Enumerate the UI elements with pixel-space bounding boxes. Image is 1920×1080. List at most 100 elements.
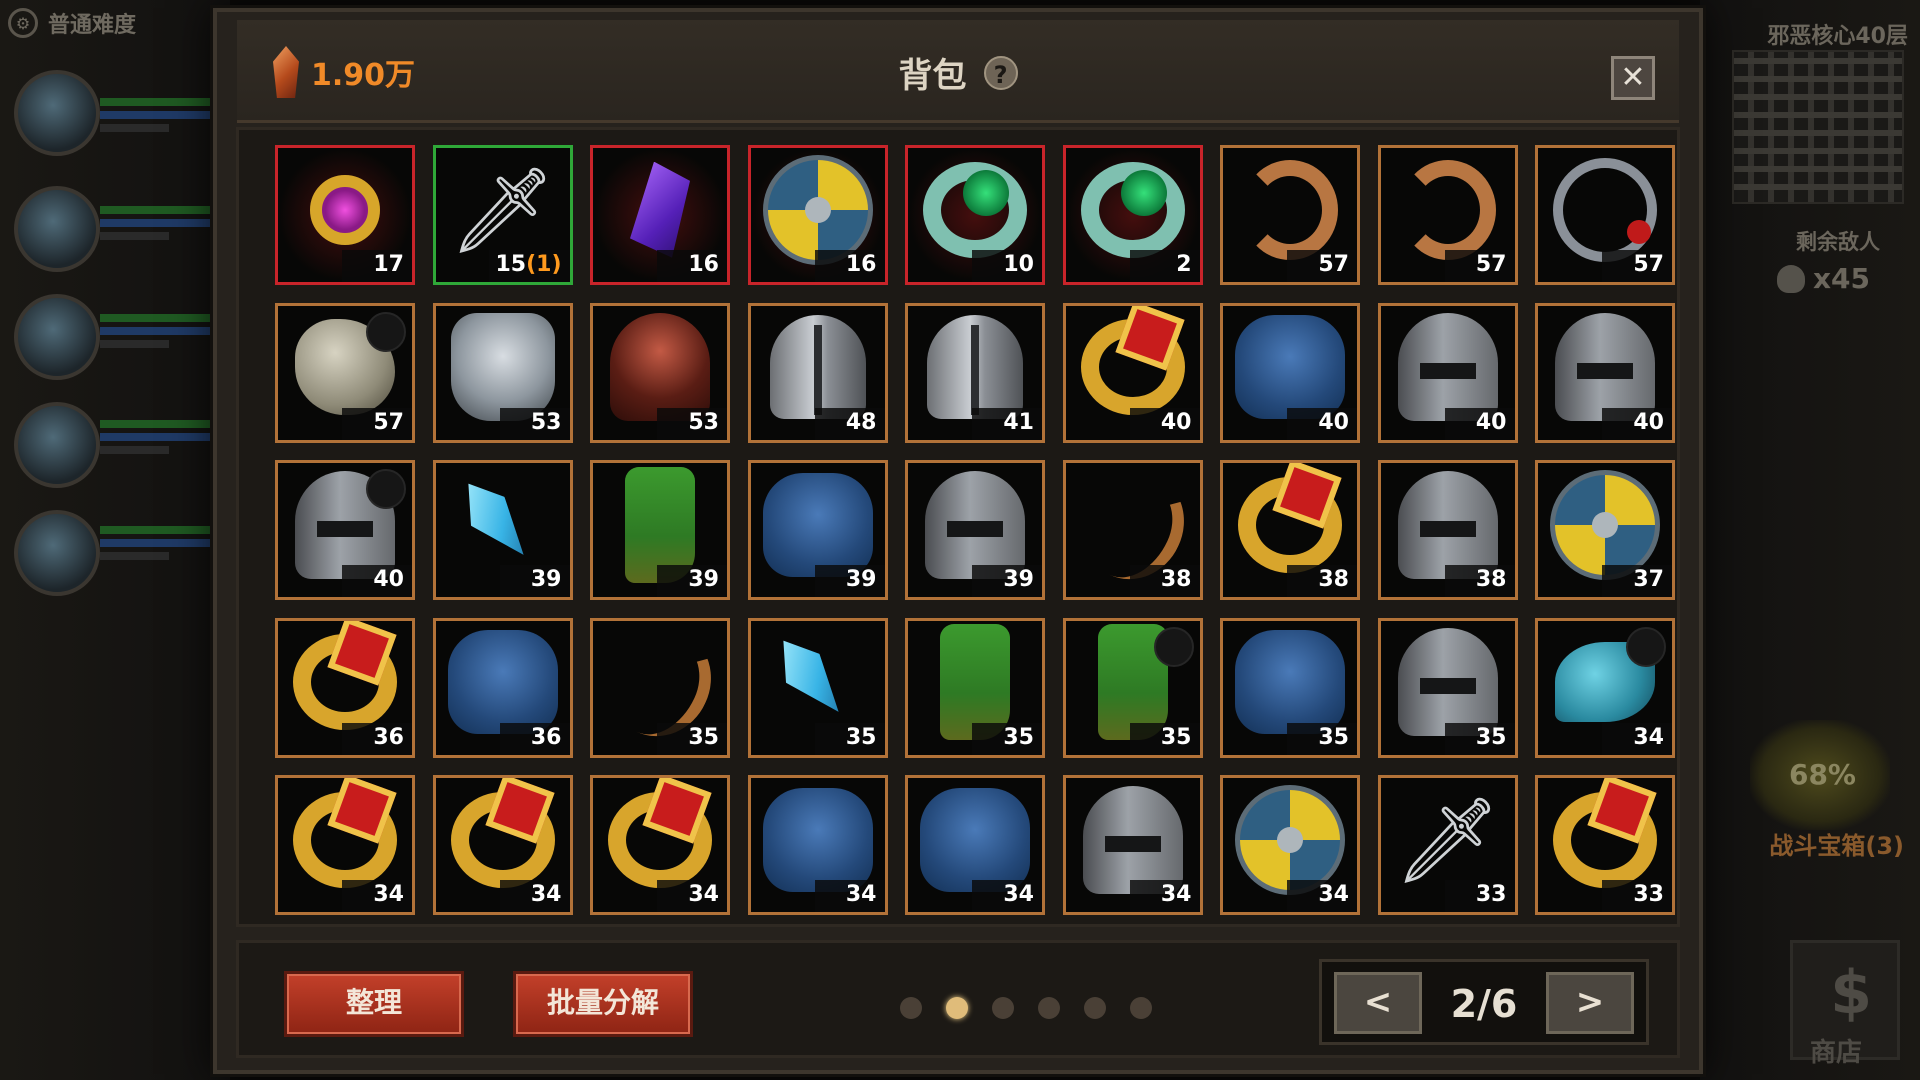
item-level-value: 36 [530,724,562,750]
ring-gold-icon [450,791,555,888]
page-dot[interactable] [1130,997,1152,1019]
floor-label: 邪恶核心40层 [1767,24,1908,49]
inventory-slot[interactable]: 34 [590,775,730,915]
inventory-slot[interactable]: 40 [275,460,415,600]
item-level: 40 [1444,407,1515,440]
hero-portrait-5[interactable] [14,510,100,596]
page-dot[interactable] [1084,997,1106,1019]
item-level-value: 39 [1003,567,1034,592]
inventory-slot[interactable]: 38 [1377,460,1518,600]
inventory-slot[interactable]: 40 [1535,302,1675,443]
inventory-slot[interactable]: 34 [747,775,888,915]
page-dot[interactable] [1038,997,1060,1019]
item-level-value: 34 [1318,882,1349,907]
item-level-value: 34 [845,882,877,907]
inventory-slot[interactable]: 34 [1220,775,1360,915]
inventory-slot[interactable]: 53 [590,302,730,443]
inventory-slot[interactable]: 16 [747,145,888,285]
item-level-value: 35 [688,724,719,750]
inventory-slot[interactable]: 35 [1377,617,1518,758]
item-level: 33 [1444,880,1515,912]
helm-dark-icon [925,470,1025,579]
item-level: 16 [657,250,727,282]
helm-icon [769,315,866,420]
inventory-grid: 17 🗡 15(1) 16 16 10 2 57 57 57 57 53 53 48 41 40 40 40 40 4… [275,145,1675,915]
inventory-slot[interactable]: 57 [275,302,415,443]
inventory-slot[interactable]: 39 [590,460,730,600]
page-dot[interactable] [900,997,922,1019]
item-level: 34 [499,880,570,912]
sort-button[interactable]: 整理 [284,971,464,1037]
inventory-slot[interactable]: 34 [1535,617,1675,758]
inventory-slot[interactable]: 57 [1535,145,1675,285]
armor-silver-icon [450,313,555,422]
inventory-slot[interactable]: 35 [1062,617,1203,758]
inventory-slot[interactable]: 38 [1062,460,1203,600]
inventory-slot[interactable]: 39 [747,460,888,600]
next-page-button[interactable]: > [1546,972,1634,1034]
inventory-slot[interactable]: 🗡 15(1) [432,145,573,285]
inventory-slot[interactable]: 40 [1377,302,1518,443]
hero-portrait-4[interactable] [14,402,100,488]
inventory-slot[interactable]: 33 [1535,775,1675,915]
inventory-slot[interactable]: 17 [275,145,415,285]
item-level-value: 16 [688,252,719,277]
gear-icon: ⚙ [8,8,38,38]
inventory-slot[interactable]: 35 [747,617,888,758]
page-dot[interactable] [992,997,1014,1019]
hero-portrait-1[interactable] [14,70,100,156]
hero-portrait-3[interactable] [14,294,100,380]
item-level-value: 33 [1633,882,1664,907]
inventory-slot[interactable]: 🗡 33 [1377,775,1518,915]
inventory-slot[interactable]: 10 [905,145,1045,285]
skull-icon [1776,264,1805,293]
help-button[interactable]: ? [983,55,1018,90]
hero-portrait-2[interactable] [14,186,100,272]
inventory-slot[interactable]: 53 [432,302,573,443]
item-level-value: 10 [1003,252,1034,277]
inventory-slot[interactable]: 41 [905,302,1045,443]
item-level: 48 [814,407,885,440]
inventory-slot[interactable]: 57 [1377,145,1518,285]
inventory-slot[interactable]: 48 [747,302,888,443]
inventory-slot[interactable]: 40 [1062,302,1203,443]
inventory-slot[interactable]: 34 [905,775,1045,915]
inventory-slot[interactable]: 34 [275,775,415,915]
inventory-slot[interactable]: 40 [1220,302,1360,443]
item-level-value: 57 [1318,252,1349,277]
inventory-slot[interactable]: 34 [432,775,573,915]
inventory-slot[interactable]: 38 [1220,460,1360,600]
battle-chest-label: 战斗宝箱(3) [1769,832,1904,860]
item-level: 53 [657,407,727,440]
close-button[interactable]: ✕ [1611,56,1655,100]
item-level: 40 [342,565,412,597]
inventory-slot[interactable]: 34 [1062,775,1203,915]
bulk-salvage-button[interactable]: 批量分解 [513,971,693,1037]
item-level: 34 [657,880,727,912]
item-level-value: 53 [688,409,719,435]
item-level-value: 39 [688,567,719,592]
ring-gold-icon [1238,476,1342,573]
item-level-value: 40 [1160,409,1192,435]
inventory-slot[interactable]: 16 [590,145,730,285]
inventory-slot[interactable]: 36 [432,617,573,758]
inventory-slot[interactable]: 39 [905,460,1045,600]
minimap[interactable] [1732,50,1904,204]
item-level: 39 [814,565,885,597]
item-level-value: 35 [1003,724,1034,750]
item-level-value: 37 [1633,567,1664,592]
inventory-slot[interactable]: 35 [590,617,730,758]
inventory-slot[interactable]: 35 [905,617,1045,758]
inventory-slot[interactable]: 39 [432,460,573,600]
item-level-value: 40 [1475,409,1507,435]
inventory-slot[interactable]: 35 [1220,617,1360,758]
shop-label: 商店 [1809,1038,1862,1068]
inventory-slot[interactable]: 57 [1220,145,1360,285]
title-wrap: 背包 ? [237,48,1679,97]
armor-blue-icon [1235,315,1345,420]
inventory-slot[interactable]: 37 [1535,460,1675,600]
difficulty-indicator[interactable]: ⚙ 普通难度 [8,6,218,40]
page-dot[interactable] [946,997,968,1019]
inventory-slot[interactable]: 2 [1062,145,1203,285]
inventory-slot[interactable]: 36 [275,617,415,758]
